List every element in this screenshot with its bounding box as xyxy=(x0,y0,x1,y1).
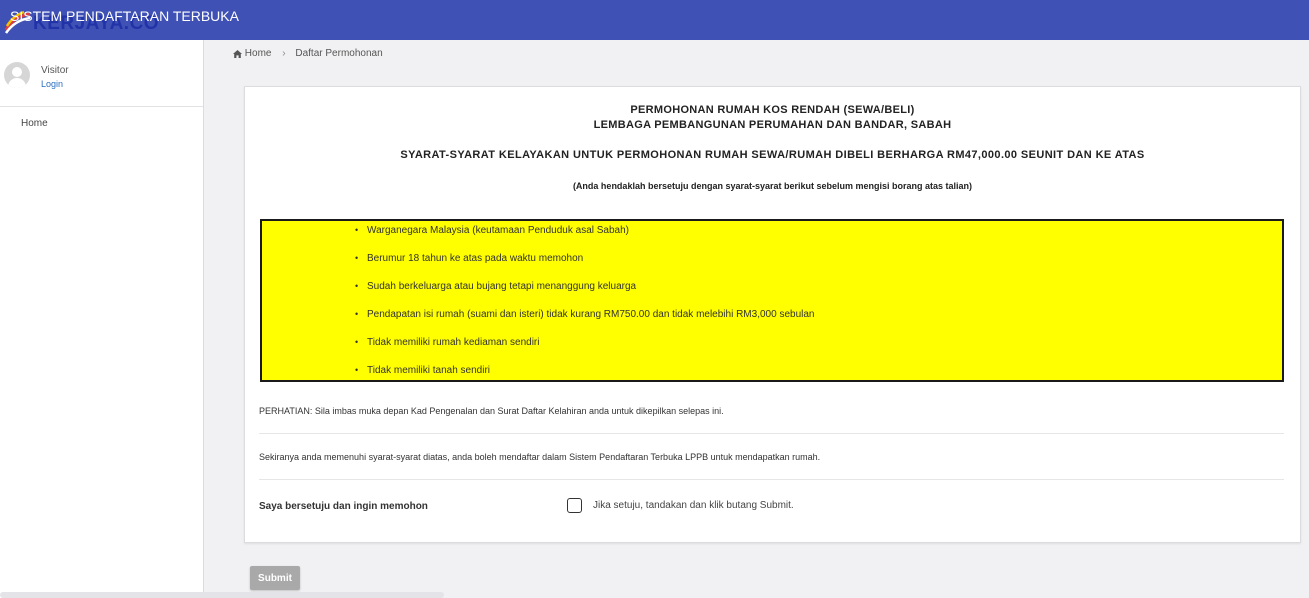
requirement-item: Tidak memiliki tanah sendiri xyxy=(355,365,490,376)
eligibility-heading: SYARAT-SYARAT KELAYAKAN UNTUK PERMOHONAN… xyxy=(400,149,1145,161)
top-navbar: KERJAYA.CO SISTEM PENDAFTARAN TERBUKA xyxy=(0,0,1309,40)
chevron-right-icon: › xyxy=(282,48,286,59)
attention-text: PERHATIAN: Sila imbas muka depan Kad Pen… xyxy=(259,406,724,416)
sidebar-item-home[interactable]: Home xyxy=(21,118,48,129)
avatar xyxy=(4,62,30,88)
agreement-note: (Anda hendaklah bersetuju dengan syarat-… xyxy=(572,181,973,191)
agree-label: Saya bersetuju dan ingin memohon xyxy=(259,501,428,512)
home-icon xyxy=(233,49,242,58)
requirement-item: Pendapatan isi rumah (suami dan isteri) … xyxy=(355,309,814,320)
sidebar: Visitor Login Home xyxy=(0,40,204,598)
login-link[interactable]: Login xyxy=(41,79,63,89)
breadcrumb-current: Daftar Permohonan xyxy=(295,48,383,59)
requirement-item: Sudah berkeluarga atau bujang tetapi men… xyxy=(355,281,636,292)
eligibility-text: Sekiranya anda memenuhi syarat-syarat di… xyxy=(259,452,821,462)
breadcrumb-home[interactable]: Home xyxy=(245,48,272,59)
divider xyxy=(259,433,1284,434)
agree-hint: Jika setuju, tandakan dan klik butang Su… xyxy=(593,500,794,511)
agree-checkbox[interactable] xyxy=(567,498,582,513)
divider xyxy=(259,479,1284,480)
user-name: Visitor xyxy=(41,65,69,76)
form-title-line1: PERMOHONAN RUMAH KOS RENDAH (SEWA/BELI) xyxy=(630,104,915,116)
requirements-box: Warganegara Malaysia (keutamaan Penduduk… xyxy=(260,219,1284,382)
horizontal-scrollbar[interactable] xyxy=(0,592,444,598)
app-title: SISTEM PENDAFTARAN TERBUKA xyxy=(10,8,239,24)
submit-button[interactable]: Submit xyxy=(250,566,300,590)
form-title-line2: LEMBAGA PEMBANGUNAN PERUMAHAN DAN BANDAR… xyxy=(593,119,952,131)
requirement-item: Warganegara Malaysia (keutamaan Penduduk… xyxy=(355,225,629,236)
application-panel: PERMOHONAN RUMAH KOS RENDAH (SEWA/BELI) … xyxy=(244,86,1301,543)
requirement-item: Tidak memiliki rumah kediaman sendiri xyxy=(355,337,540,348)
user-panel: Visitor Login xyxy=(0,40,203,107)
requirement-item: Berumur 18 tahun ke atas pada waktu memo… xyxy=(355,253,583,264)
breadcrumb: Home › Daftar Permohonan xyxy=(233,48,383,59)
